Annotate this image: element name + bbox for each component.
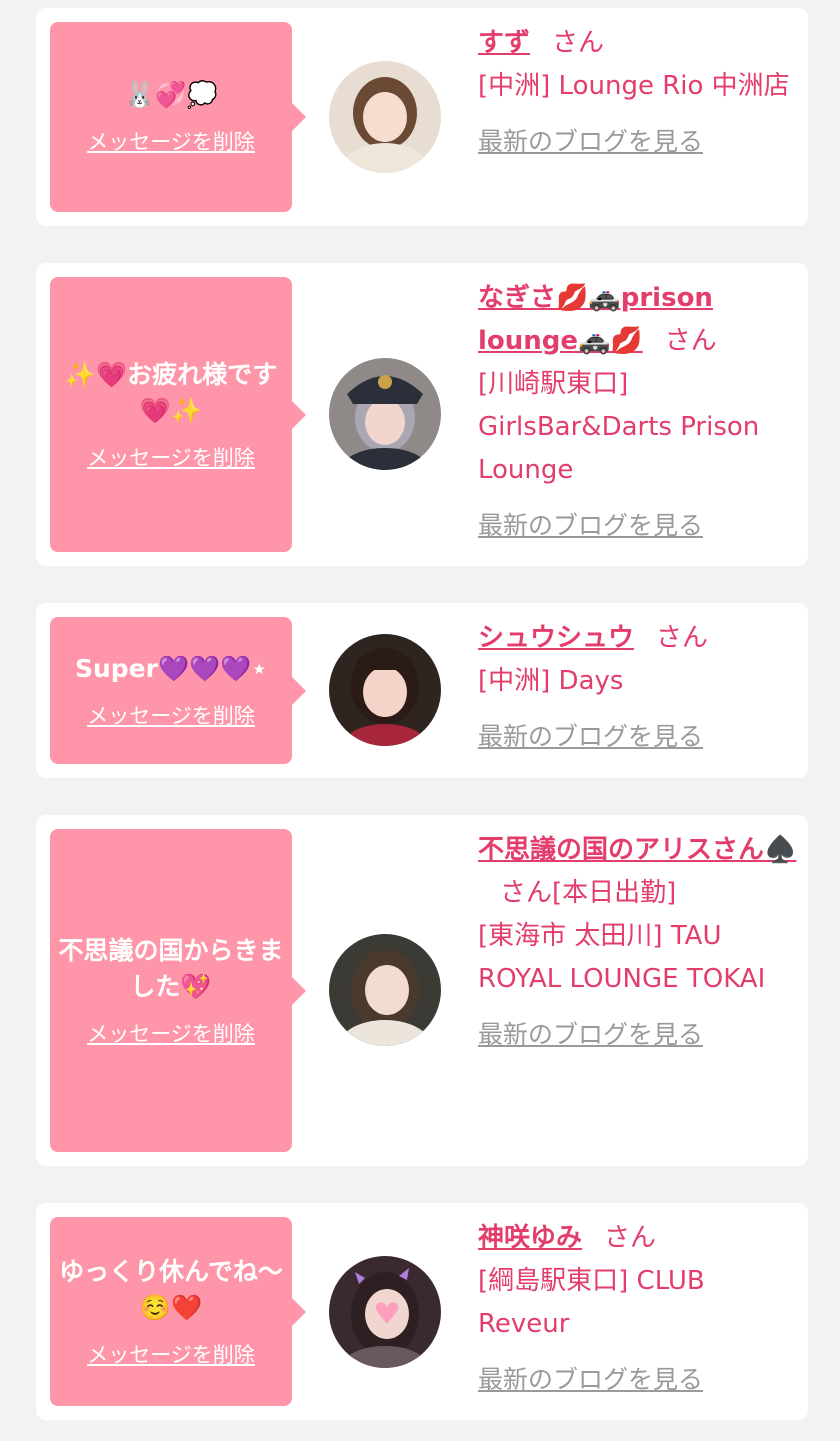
cast-name-link[interactable]: 神咲ゆみ <box>478 1223 582 1253</box>
latest-blog-link[interactable]: 最新のブログを見る <box>478 504 798 547</box>
message-bubble: Super💜💜💜⋆ メッセージを削除 <box>50 617 306 764</box>
message-text: ゆっくり休んでね〜☺️❤️ <box>59 1256 283 1322</box>
message-card: 🐰💞💭 メッセージを削除 すず さん [中洲] Lounge Rio 中洲店 最新… <box>36 8 808 226</box>
latest-blog-link[interactable]: 最新のブログを見る <box>478 120 798 163</box>
message-bubble: ゆっくり休んでね〜☺️❤️ メッセージを削除 <box>50 1217 306 1406</box>
avatar-image <box>329 358 441 470</box>
cast-info: なぎさ💋🚓prison lounge🚓💋 さん [川崎駅東口] GirlsBar&… <box>478 277 798 547</box>
avatar-image <box>329 1256 441 1368</box>
shop-name: [中洲] Lounge Rio 中洲店 <box>478 71 790 101</box>
avatar-image <box>329 934 441 1046</box>
message-card: ゆっくり休んでね〜☺️❤️ メッセージを削除 神咲ゆみ さん [綱島駅東口] CL… <box>36 1203 808 1420</box>
avatar[interactable] <box>329 634 441 746</box>
message-text: Super💜💜💜⋆ <box>74 653 268 683</box>
avatar-image <box>329 61 441 173</box>
latest-blog-link[interactable]: 最新のブログを見る <box>478 715 798 758</box>
avatar[interactable] <box>329 61 441 173</box>
delete-message-link[interactable]: メッセージを削除 <box>87 1340 255 1370</box>
honorific: さん <box>604 1223 657 1253</box>
honorific: さん <box>500 878 553 908</box>
message-card: Super💜💜💜⋆ メッセージを削除 シュウシュウ さん [中洲] Days 最新… <box>36 603 808 778</box>
avatar[interactable] <box>329 934 441 1046</box>
cast-info: シュウシュウ さん [中洲] Days 最新のブログを見る <box>478 617 798 758</box>
message-card: ✨💗お疲れ様です💗✨ メッセージを削除 なぎさ💋🚓prison lounge🚓💋… <box>36 263 808 566</box>
shop-name: [東海市 太田川] TAU ROYAL LOUNGE TOKAI <box>478 921 766 994</box>
message-bubble: 🐰💞💭 メッセージを削除 <box>50 22 306 212</box>
avatar[interactable] <box>329 358 441 470</box>
delete-message-link[interactable]: メッセージを削除 <box>87 701 255 731</box>
message-bubble: ✨💗お疲れ様です💗✨ メッセージを削除 <box>50 277 306 552</box>
latest-blog-link[interactable]: 最新のブログを見る <box>478 1013 798 1056</box>
cast-name-link[interactable]: 不思議の国のアリスさん♠️ <box>478 835 796 865</box>
shop-name: [中洲] Days <box>478 666 624 696</box>
honorific: さん <box>656 623 709 653</box>
message-text: ✨💗お疲れ様です💗✨ <box>64 359 278 425</box>
honorific: さん <box>664 326 717 356</box>
delete-message-link[interactable]: メッセージを削除 <box>87 127 255 157</box>
cast-info: 不思議の国のアリスさん♠️ さん[本日出勤] [東海市 太田川] TAU ROYA… <box>478 829 798 1056</box>
message-bubble: 不思議の国からきました💖 メッセージを削除 <box>50 829 306 1152</box>
message-card: 不思議の国からきました💖 メッセージを削除 不思議の国のアリスさん♠️ さん[本日… <box>36 815 808 1166</box>
work-status: [本日出勤] <box>552 878 677 908</box>
avatar-image <box>329 634 441 746</box>
shop-name: [綱島駅東口] CLUB Reveur <box>478 1266 705 1339</box>
honorific: さん <box>552 28 605 58</box>
latest-blog-link[interactable]: 最新のブログを見る <box>478 1358 798 1401</box>
message-text: 🐰💞💭 <box>124 80 218 109</box>
shop-name: [川崎駅東口] GirlsBar&Darts Prison Lounge <box>478 369 760 485</box>
cast-name-link[interactable]: シュウシュウ <box>478 623 634 653</box>
delete-message-link[interactable]: メッセージを削除 <box>87 443 255 473</box>
avatar[interactable] <box>329 1256 441 1368</box>
message-text: 不思議の国からきました💖 <box>58 935 284 1001</box>
cast-info: すず さん [中洲] Lounge Rio 中洲店 最新のブログを見る <box>478 22 798 163</box>
delete-message-link[interactable]: メッセージを削除 <box>87 1019 255 1049</box>
cast-info: 神咲ゆみ さん [綱島駅東口] CLUB Reveur 最新のブログを見る <box>478 1217 798 1401</box>
cast-name-link[interactable]: すず <box>478 28 530 58</box>
